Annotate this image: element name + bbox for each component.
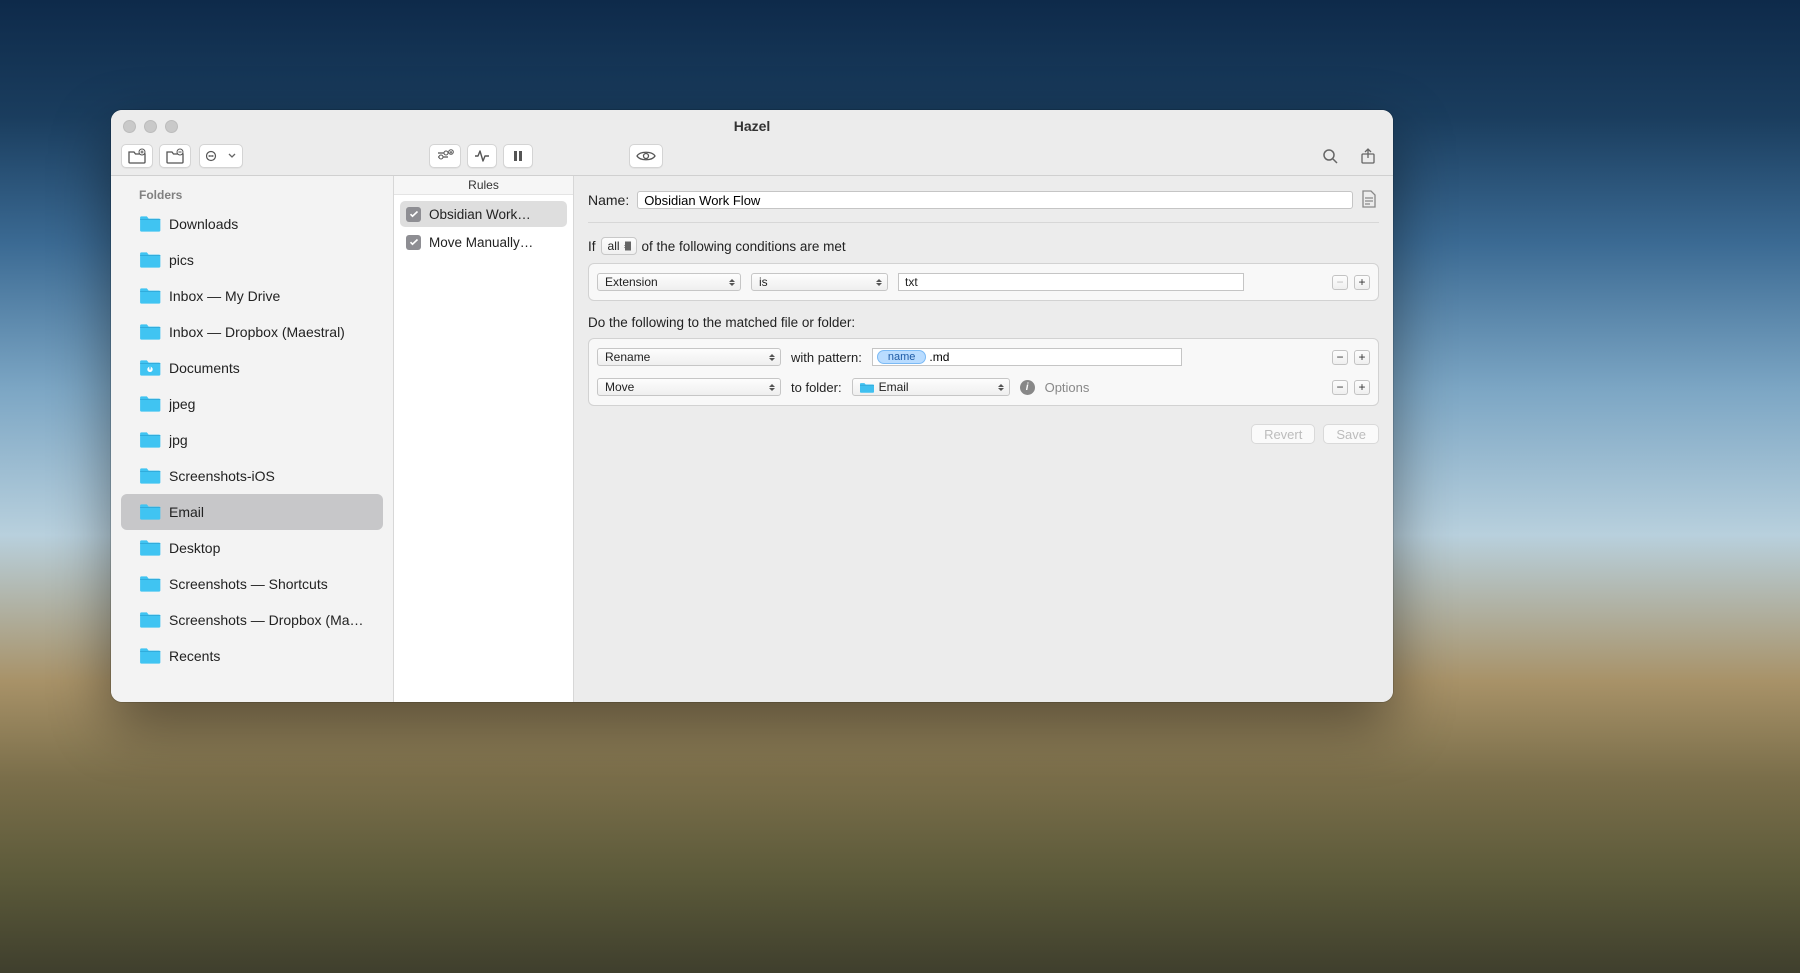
rename-pm-group: − + [1332,350,1370,365]
sidebar-folder-item[interactable]: Documents [121,350,383,386]
folder-label: Screenshots — Dropbox (Ma… [169,612,364,628]
add-action-button-2[interactable]: + [1354,380,1370,395]
folder-label: Email [169,504,204,520]
add-folder-button[interactable] [121,144,153,168]
add-condition-button[interactable]: + [1354,275,1370,290]
sidebar-folder-item[interactable]: Downloads [121,206,383,242]
folder-label: Downloads [169,216,238,232]
rule-checkbox[interactable] [406,235,421,250]
move-label: to folder: [791,380,842,395]
actions-block: Rename with pattern: name .md − + [588,338,1379,406]
preview-button[interactable] [629,144,663,168]
folder-icon [860,382,874,393]
add-action-button[interactable]: + [1354,350,1370,365]
folder-label: Screenshots-iOS [169,468,275,484]
rule-item[interactable]: Obsidian Work… [400,201,567,227]
sidebar-folder-item[interactable]: Inbox — Dropbox (Maestral) [121,314,383,350]
options-link[interactable]: Options [1045,380,1090,395]
rule-name-input[interactable] [637,191,1353,209]
footer-buttons: Revert Save [588,424,1379,444]
notes-icon[interactable] [1361,190,1379,210]
rule-label: Move Manually… [429,235,533,250]
rename-label: with pattern: [791,350,862,365]
sidebar-folder-item[interactable]: Screenshots-iOS [121,458,383,494]
conditions-header: If all of the following conditions are m… [588,237,1379,255]
folders-sidebar: Folders Downloads pics Inbox — My Drive Inb… [111,176,394,702]
sidebar-folder-item[interactable]: Desktop [121,530,383,566]
folder-label: Inbox — My Drive [169,288,280,304]
pause-button[interactable] [503,144,533,168]
info-icon[interactable]: i [1020,380,1035,395]
sidebar-folder-item[interactable]: Recents [121,638,383,674]
rename-pattern-field[interactable]: name .md [872,348,1182,366]
rename-action-row: Rename with pattern: name .md − + [597,345,1370,369]
remove-action-button[interactable]: − [1332,350,1348,365]
folder-label: Desktop [169,540,220,556]
remove-action-button-2[interactable]: − [1332,380,1348,395]
condition-attribute-select[interactable]: Extension [597,273,741,291]
share-button[interactable] [1353,144,1383,168]
revert-button[interactable]: Revert [1251,424,1315,444]
folder-label: Screenshots — Shortcuts [169,576,328,592]
cond-prefix: If [588,239,596,254]
sidebar-header: Folders [111,182,393,206]
window-body: Folders Downloads pics Inbox — My Drive Inb… [111,176,1393,702]
rule-label: Obsidian Work… [429,207,531,222]
condition-row: Extension is txt − + [597,270,1370,294]
condition-pm-group: − + [1332,275,1370,290]
rule-list: Obsidian Work… Move Manually… [394,195,573,261]
remove-folder-button[interactable] [159,144,191,168]
sidebar-folder-item[interactable]: pics [121,242,383,278]
condition-operator-select[interactable]: is [751,273,888,291]
app-window: Hazel [111,110,1393,702]
folder-label: Recents [169,648,220,664]
name-token[interactable]: name [877,350,927,364]
rules-column: Rules Obsidian Work… Move Manually… [394,176,574,702]
search-button[interactable] [1315,144,1345,168]
rules-header: Rules [394,176,573,195]
window-title: Hazel [111,118,1393,134]
remove-condition-button[interactable]: − [1332,275,1348,290]
sidebar-folder-item[interactable]: Screenshots — Shortcuts [121,566,383,602]
folder-label: jpg [169,432,188,448]
rule-item[interactable]: Move Manually… [400,229,567,255]
action-type-select-rename[interactable]: Rename [597,348,781,366]
save-button[interactable]: Save [1323,424,1379,444]
actions-header: Do the following to the matched file or … [588,315,1379,330]
activity-button[interactable] [467,144,497,168]
sidebar-folder-item[interactable]: Email [121,494,383,530]
rule-checkbox[interactable] [406,207,421,222]
folder-list: Downloads pics Inbox — My Drive Inbox — Dro… [111,206,393,674]
folder-label: jpeg [169,396,195,412]
folder-label: Inbox — Dropbox (Maestral) [169,324,345,340]
folder-label: Documents [169,360,240,376]
titlebar: Hazel [111,110,1393,142]
rule-detail-pane: Name: If all of the following conditions… [574,176,1393,702]
sidebar-folder-item[interactable]: Inbox — My Drive [121,278,383,314]
condition-value-input[interactable]: txt [898,273,1244,291]
sidebar-folder-item[interactable]: jpg [121,422,383,458]
cond-suffix: of the following conditions are met [642,239,846,254]
condition-mode-select[interactable]: all [601,237,637,255]
more-menu-button[interactable] [199,144,243,168]
conditions-block: Extension is txt − + [588,263,1379,301]
toolbar [111,142,1393,176]
sidebar-folder-item[interactable]: Screenshots — Dropbox (Ma… [121,602,383,638]
folder-label: pics [169,252,194,268]
sidebar-folder-item[interactable]: jpeg [121,386,383,422]
pattern-suffix: .md [929,350,949,364]
name-row: Name: [588,186,1379,223]
move-pm-group: − + [1332,380,1370,395]
name-label: Name: [588,192,629,208]
move-folder-select[interactable]: Email [852,378,1010,396]
action-type-select-move[interactable]: Move [597,378,781,396]
move-action-row: Move to folder: Email i Options − + [597,375,1370,399]
rule-settings-button[interactable] [429,144,461,168]
